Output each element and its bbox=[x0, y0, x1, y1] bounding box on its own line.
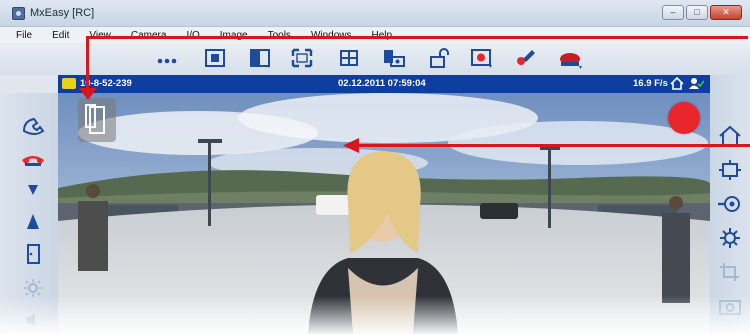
camera-status-icon bbox=[62, 78, 76, 89]
camera-image bbox=[58, 93, 710, 334]
light-icon[interactable] bbox=[20, 277, 46, 299]
window-controls: – □ ✕ bbox=[662, 5, 742, 20]
snapshot-icon[interactable] bbox=[717, 295, 743, 317]
frame-rate: 16.9 F/s bbox=[633, 78, 668, 89]
split-view-icon[interactable] bbox=[248, 47, 272, 69]
right-sidebar bbox=[710, 75, 750, 334]
user-status-icon bbox=[688, 77, 705, 93]
toolbar bbox=[0, 43, 750, 75]
annotation-line-middle bbox=[355, 144, 750, 147]
timestamp: 02.12.2011 07:59:04 bbox=[338, 78, 426, 89]
close-button[interactable]: ✕ bbox=[710, 5, 742, 20]
annotation-arrowhead-left bbox=[343, 138, 359, 153]
zoom-in-icon[interactable] bbox=[717, 193, 743, 215]
handset-pickup-icon[interactable] bbox=[20, 115, 46, 137]
door-open-icon[interactable] bbox=[20, 243, 46, 265]
pan-icon[interactable] bbox=[717, 159, 743, 181]
annotation-arrowhead-down bbox=[79, 88, 97, 100]
unlock-icon[interactable] bbox=[428, 47, 452, 69]
camera-status-bar: 10-8-52-239 02.12.2011 07:59:04 16.9 F/s bbox=[58, 75, 710, 93]
door-overlay-button[interactable] bbox=[78, 98, 116, 142]
app-window: MxEasy [RC] – □ ✕ File Edit View Camera … bbox=[0, 0, 750, 334]
left-sidebar bbox=[0, 93, 58, 334]
layout-grid-icon[interactable] bbox=[203, 47, 227, 69]
camera-group-icon[interactable] bbox=[382, 47, 406, 69]
live-camera-view[interactable] bbox=[58, 93, 710, 334]
app-logo-icon bbox=[12, 7, 25, 20]
tools-icon[interactable] bbox=[514, 47, 538, 69]
settings-icon[interactable] bbox=[717, 227, 743, 249]
minimize-button[interactable]: – bbox=[662, 5, 684, 20]
menu-bar: File Edit View Camera I/O Image Tools Wi… bbox=[0, 27, 750, 43]
title-bar: MxEasy [RC] – □ ✕ bbox=[0, 0, 750, 27]
annotation-line-top bbox=[86, 36, 748, 39]
record-monitor-icon[interactable] bbox=[470, 47, 494, 69]
more-dots-icon[interactable] bbox=[155, 47, 179, 69]
volume-down-icon[interactable] bbox=[20, 179, 46, 201]
handset-hangup-icon[interactable] bbox=[20, 148, 46, 170]
volume-up-icon[interactable] bbox=[20, 210, 46, 232]
fullscreen-icon[interactable] bbox=[290, 47, 314, 69]
window-title: MxEasy [RC] bbox=[30, 7, 95, 19]
maximize-button[interactable]: □ bbox=[686, 5, 708, 20]
crop-icon[interactable] bbox=[717, 261, 743, 283]
recording-indicator[interactable] bbox=[668, 102, 700, 134]
quad-view-icon[interactable] bbox=[337, 47, 361, 69]
annotation-line-vertical bbox=[86, 36, 89, 92]
menu-edit[interactable]: Edit bbox=[52, 30, 69, 41]
home-status-icon bbox=[670, 76, 684, 93]
alarm-bell-icon[interactable] bbox=[558, 47, 582, 69]
speaker-icon[interactable] bbox=[20, 309, 46, 331]
menu-file[interactable]: File bbox=[16, 30, 32, 41]
